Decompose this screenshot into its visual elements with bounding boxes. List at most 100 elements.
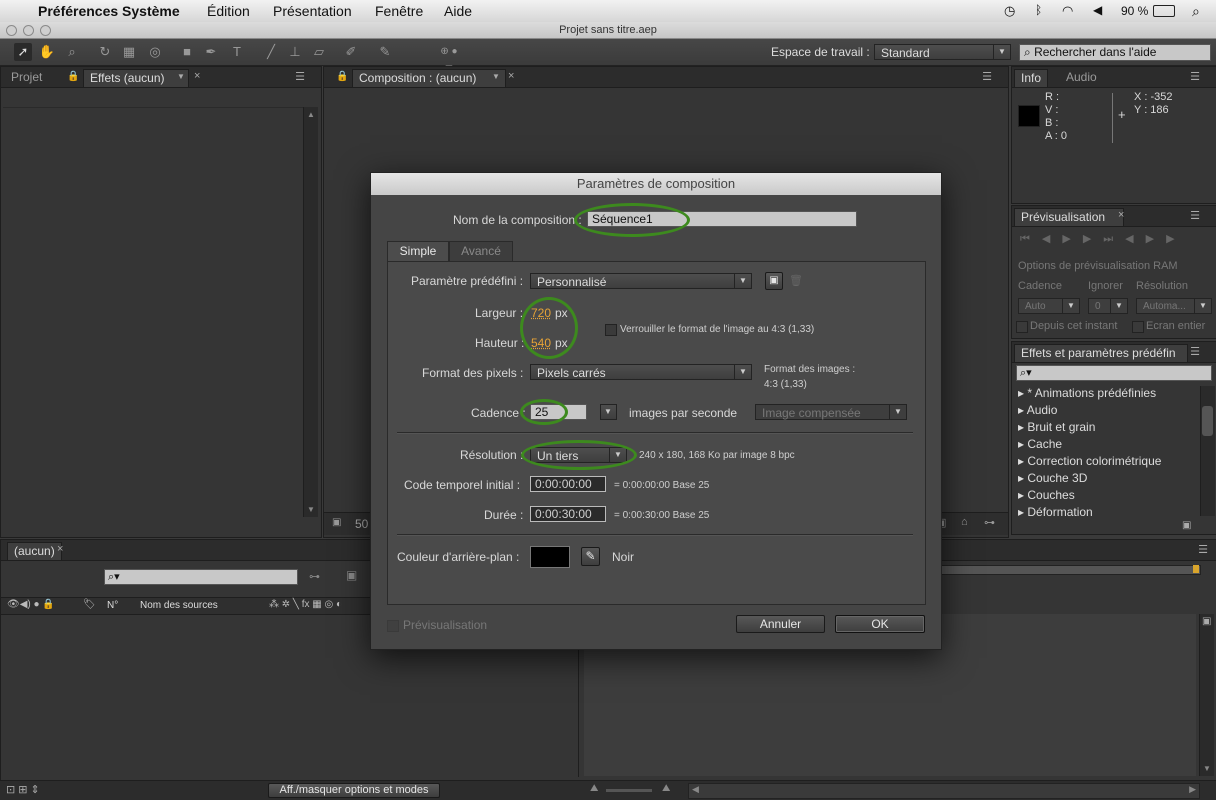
- list-item[interactable]: ▸ Couche 3D: [1018, 471, 1087, 485]
- pen-tool-icon[interactable]: ✒: [202, 43, 220, 61]
- panel-menu-icon[interactable]: ☰: [982, 70, 992, 83]
- tab-audio[interactable]: Audio: [1060, 69, 1103, 86]
- ecran-checkbox[interactable]: [1132, 321, 1144, 333]
- lock-icon[interactable]: 🔒: [67, 71, 79, 82]
- list-item[interactable]: ▸ Audio: [1018, 403, 1057, 417]
- depuis-checkbox[interactable]: [1016, 321, 1028, 333]
- effects-search-input[interactable]: ⌕▾: [1016, 365, 1212, 381]
- timeline-zoom-slider[interactable]: [606, 789, 652, 792]
- ok-button[interactable]: OK: [835, 615, 925, 633]
- duration-input[interactable]: 0:00:30:00: [530, 506, 606, 522]
- frame-blending-select[interactable]: Image compensée ▼: [755, 404, 907, 420]
- preview-ignorer-select[interactable]: 0 ▼: [1088, 298, 1128, 314]
- column-source-name[interactable]: Nom des sources: [140, 600, 218, 611]
- close-tab-icon[interactable]: ×: [194, 70, 200, 82]
- save-preset-icon[interactable]: ▣: [765, 272, 783, 290]
- scroll-right-icon[interactable]: ▶: [1189, 784, 1196, 795]
- axis-mode-icons[interactable]: ⊕ ● ⊠: [440, 43, 458, 75]
- zoom-in-icon[interactable]: ⛰: [662, 783, 670, 794]
- shape-tool-icon[interactable]: ■: [178, 43, 196, 61]
- brush-tool-icon[interactable]: ╱: [262, 43, 280, 61]
- workspace-select[interactable]: Standard ▼: [874, 44, 1011, 60]
- panel-menu-icon[interactable]: ☰: [295, 70, 305, 83]
- help-search-input[interactable]: ⌕ Rechercher dans l'aide: [1019, 44, 1211, 61]
- panel-menu-icon[interactable]: ☰: [1190, 209, 1200, 222]
- zoom-tool-icon[interactable]: ⌕: [63, 43, 81, 61]
- timeline-search-input[interactable]: ⌕▾: [104, 569, 298, 585]
- cancel-button[interactable]: Annuler: [736, 615, 825, 633]
- list-item[interactable]: ▸ Couches: [1018, 488, 1075, 502]
- height-value[interactable]: 540: [531, 336, 551, 350]
- scroll-thumb[interactable]: [1202, 406, 1213, 436]
- clone-stamp-tool-icon[interactable]: ⊥: [286, 43, 304, 61]
- tab-projet[interactable]: Projet: [5, 69, 48, 86]
- chevron-down-icon[interactable]: ▼: [492, 72, 500, 81]
- menu-app[interactable]: Préférences Système: [38, 3, 180, 19]
- lock-aspect-checkbox[interactable]: [605, 324, 617, 336]
- tab-avance[interactable]: Avancé: [449, 241, 513, 262]
- battery-icon[interactable]: [1153, 5, 1175, 17]
- tab-simple[interactable]: Simple: [387, 241, 449, 262]
- text-tool-icon[interactable]: T: [228, 43, 246, 61]
- bluetooth-icon[interactable]: ᛒ: [1035, 3, 1042, 17]
- chevron-down-icon[interactable]: ▼: [177, 72, 185, 81]
- graph-editor-icon[interactable]: ▣: [1202, 616, 1211, 627]
- timeline-scrollbar[interactable]: ▣ ▼: [1199, 614, 1214, 776]
- menu-aide[interactable]: Aide: [444, 3, 472, 19]
- tab-timeline[interactable]: (aucun): [7, 542, 62, 560]
- comp-name-input[interactable]: Séquence1: [587, 211, 857, 227]
- close-window-button[interactable]: [6, 25, 17, 36]
- comp-flowchart-icons[interactable]: ⊡ ⊞ ⇕: [6, 783, 40, 796]
- time-machine-icon[interactable]: ◷: [1004, 3, 1015, 19]
- scroll-down-icon[interactable]: ▼: [1203, 764, 1211, 773]
- list-item[interactable]: ▸ Bruit et grain: [1018, 420, 1095, 434]
- tab-info[interactable]: Info: [1014, 69, 1049, 87]
- tab-effets-parametres[interactable]: Effets et paramètres prédéfin: [1014, 344, 1188, 362]
- scroll-left-icon[interactable]: ◀: [692, 784, 699, 795]
- width-value[interactable]: 720: [531, 306, 551, 320]
- selection-tool-icon[interactable]: ➚: [14, 43, 32, 61]
- toggle-switches-modes-button[interactable]: Aff./masquer options et modes: [268, 783, 440, 798]
- zoom-level[interactable]: 50: [355, 517, 368, 531]
- ram-options-label[interactable]: Options de prévisualisation RAM: [1018, 260, 1178, 272]
- snapshot-icon[interactable]: ⌂: [961, 516, 968, 528]
- close-tab-icon[interactable]: ×: [508, 70, 514, 82]
- label-icon[interactable]: 🏷: [83, 599, 96, 610]
- preset-select[interactable]: Personnalisé ▼: [530, 273, 752, 289]
- resolution-select[interactable]: Un tiers ▼: [530, 447, 627, 463]
- draft-3d-icon[interactable]: ▣: [346, 568, 357, 582]
- list-item[interactable]: ▸ Cache: [1018, 437, 1062, 451]
- hand-tool-icon[interactable]: ✋: [38, 43, 56, 61]
- new-folder-icon[interactable]: ▣: [1182, 520, 1191, 531]
- menu-fenetre[interactable]: Fenêtre: [375, 3, 423, 19]
- flowchart-icon[interactable]: ⊶: [984, 516, 995, 529]
- close-tab-icon[interactable]: ×: [1118, 209, 1124, 221]
- wifi-icon[interactable]: ◠: [1062, 3, 1073, 19]
- pan-behind-tool-icon[interactable]: ◎: [146, 43, 164, 61]
- close-tab-icon[interactable]: ×: [57, 543, 63, 555]
- panel-menu-icon[interactable]: ☰: [1190, 70, 1200, 83]
- composition-mini-flowchart-icon[interactable]: ⊶: [309, 570, 320, 583]
- timecode-input[interactable]: 0:00:00:00: [530, 476, 606, 492]
- puppet-tool-icon[interactable]: ✎: [376, 43, 394, 61]
- list-item[interactable]: ▸ * Animations prédéfinies: [1018, 386, 1156, 400]
- eraser-tool-icon[interactable]: ▱: [310, 43, 328, 61]
- av-features-icons[interactable]: 👁◀) ● 🔒: [7, 599, 55, 610]
- spotlight-icon[interactable]: ⌕: [1192, 3, 1200, 20]
- switches-icons[interactable]: ⁂ ✲ ╲ fx ▦ ◎ ◐: [269, 599, 342, 610]
- preview-resolution-select[interactable]: Automa... ▼: [1136, 298, 1212, 314]
- horizontal-scrollbar[interactable]: ◀ ▶: [688, 783, 1200, 799]
- camera-tool-icon[interactable]: ▦: [120, 43, 138, 61]
- menu-presentation[interactable]: Présentation: [273, 3, 352, 19]
- cadence-select[interactable]: ▼: [600, 404, 617, 420]
- tab-previsualisation[interactable]: Prévisualisation: [1014, 208, 1124, 226]
- pixel-aspect-select[interactable]: Pixels carrés ▼: [530, 364, 752, 380]
- rotate-tool-icon[interactable]: ↻: [96, 43, 114, 61]
- menu-edition[interactable]: Édition: [207, 3, 250, 19]
- tab-effets[interactable]: Effets (aucun): [83, 69, 189, 87]
- cadence-input[interactable]: 25: [530, 404, 587, 420]
- always-preview-icon[interactable]: ▣: [332, 517, 341, 528]
- eyedropper-icon[interactable]: ✎: [581, 547, 600, 566]
- panel-menu-icon[interactable]: ☰: [1198, 543, 1208, 556]
- preview-checkbox[interactable]: [387, 620, 399, 632]
